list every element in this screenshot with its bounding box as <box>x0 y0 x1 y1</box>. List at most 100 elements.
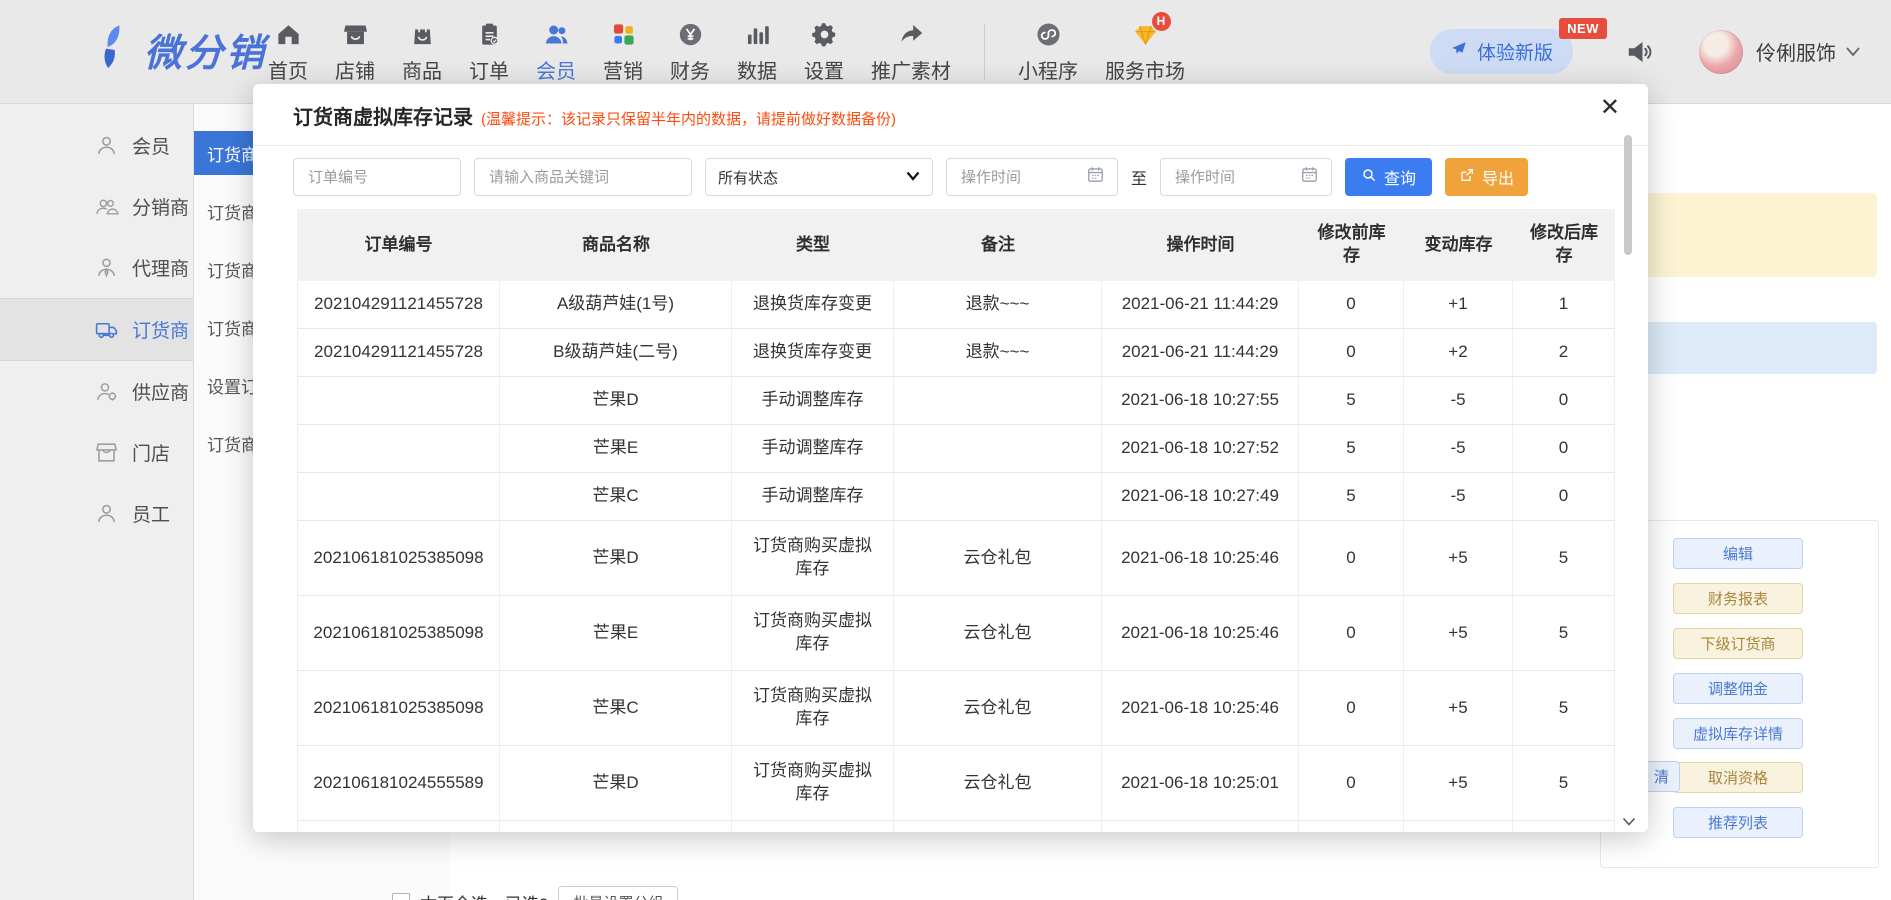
cell-after: 0 <box>1513 377 1615 424</box>
column-header: 变动库存 <box>1404 234 1513 257</box>
cell-change: +5 <box>1404 821 1513 832</box>
action-button-2[interactable]: 下级订货商 <box>1673 628 1803 659</box>
cell-order: 202106181025385098 <box>297 596 500 670</box>
keyword-input[interactable] <box>487 168 679 187</box>
cell-note: 云仓礼包 <box>894 821 1102 832</box>
cell-product: A级葫芦娃(1号) <box>500 281 732 328</box>
cell-type: 手动调整库存 <box>732 377 894 424</box>
batch-group-button[interactable]: 批量设置分组 <box>558 886 678 900</box>
cell-note <box>894 377 1102 424</box>
modal-scrollbar-thumb[interactable] <box>1624 135 1632 255</box>
table-row: 202104291121455728A级葫芦娃(1号)退换货库存变更退款~~~2… <box>297 281 1615 329</box>
modal-header: 订货商虚拟库存记录 (温馨提示：该记录只保留半年内的数据，请提前做好数据备份) <box>253 84 1648 130</box>
modal-title: 订货商虚拟库存记录 <box>293 101 473 130</box>
sidebar-item-orderer[interactable]: 订货商 <box>0 298 193 361</box>
nav-item-label: 数据 <box>737 55 777 84</box>
date-end-input[interactable] <box>1173 168 1287 187</box>
scroll-down-arrow-icon[interactable] <box>1622 817 1636 826</box>
sidebar-item-label: 门店 <box>132 439 170 466</box>
cell-product: 芒果C <box>500 473 732 520</box>
calendar-icon[interactable] <box>1086 165 1105 189</box>
sidebar-item-supplier[interactable]: 供应商 <box>0 361 193 422</box>
primary-sidebar: 会员分销商代理商订货商供应商门店员工 <box>0 104 194 900</box>
nav-item-goods[interactable]: 商品 <box>402 20 442 84</box>
sidebar-item-label: 供应商 <box>132 378 189 405</box>
logo-icon <box>96 22 136 77</box>
cell-change: -5 <box>1404 473 1513 520</box>
date-end-input-wrap <box>1160 158 1332 196</box>
table-row: 202104291121455728B级葫芦娃(二号)退换货库存变更退款~~~2… <box>297 329 1615 377</box>
cell-before: 0 <box>1299 521 1404 595</box>
search-button[interactable]: 查询 <box>1345 158 1432 196</box>
cell-type: 订货商购买虚拟库存 <box>732 671 894 745</box>
nav-item-finance[interactable]: 财务 <box>670 20 710 84</box>
new-badge: NEW <box>1559 18 1607 39</box>
person-gear-icon <box>94 379 119 404</box>
nav-item-promo[interactable]: 推广素材 <box>871 20 951 84</box>
goods-icon <box>409 20 436 50</box>
cell-before: 0 <box>1299 671 1404 745</box>
cell-note: 退款~~~ <box>894 281 1102 328</box>
cell-note: 云仓礼包 <box>894 521 1102 595</box>
cell-change: +5 <box>1404 521 1513 595</box>
action-button-6[interactable]: 推荐列表 <box>1673 807 1803 838</box>
select-all-checkbox[interactable] <box>392 893 410 900</box>
nav-item-orders[interactable]: 订单 <box>469 20 509 84</box>
people-icon <box>94 194 119 219</box>
sidebar-item-distributor[interactable]: 分销商 <box>0 176 193 237</box>
sidebar-item-staff[interactable]: 员工 <box>0 483 193 544</box>
account-avatar[interactable] <box>1699 30 1743 74</box>
column-header: 商品名称 <box>500 234 732 257</box>
cell-before: 5 <box>1299 377 1404 424</box>
table-body: 202104291121455728A级葫芦娃(1号)退换货库存变更退款~~~2… <box>297 281 1615 832</box>
status-select[interactable]: 所有状态 <box>705 158 933 196</box>
nav-item-home[interactable]: 首页 <box>268 20 308 84</box>
nav-item-data[interactable]: 数据 <box>737 20 777 84</box>
cell-before: 5 <box>1299 473 1404 520</box>
cell-change: +5 <box>1404 596 1513 670</box>
sidebar-item-store[interactable]: 门店 <box>0 422 193 483</box>
calendar-icon[interactable] <box>1300 165 1319 189</box>
order-no-input[interactable] <box>306 168 448 187</box>
sidebar-item-member[interactable]: 会员 <box>0 115 193 176</box>
action-button-5[interactable]: 取消资格 <box>1673 762 1803 793</box>
cell-order: 202104291121455728 <box>297 329 500 376</box>
sidebar-item-agent[interactable]: 代理商 <box>0 237 193 298</box>
action-button-0[interactable]: 编辑 <box>1673 538 1803 569</box>
cell-time: 2021-06-21 11:44:29 <box>1102 281 1299 328</box>
nav-item-members[interactable]: 会员 <box>536 20 576 84</box>
cell-product: 芒果C <box>500 671 732 745</box>
bottom-selection-bar: 本页全选，已选0 批量设置分组 <box>392 886 678 900</box>
cell-after: 2 <box>1513 329 1615 376</box>
cell-change: +5 <box>1404 746 1513 820</box>
person-icon <box>94 133 119 158</box>
nav-item-label: 推广素材 <box>871 55 951 84</box>
cell-before: 0 <box>1299 746 1404 820</box>
announcement-speaker-icon[interactable] <box>1625 37 1655 67</box>
action-button-4[interactable]: 虚拟库存详情 <box>1673 718 1803 749</box>
action-button-3[interactable]: 调整佣金 <box>1673 673 1803 704</box>
account-name[interactable]: 伶俐服饰 <box>1756 37 1836 66</box>
nav-item-miniprogram[interactable]: 小程序 <box>1018 20 1078 84</box>
cell-after: 5 <box>1513 596 1615 670</box>
date-start-input[interactable] <box>959 168 1073 187</box>
nav-item-marketing[interactable]: 营销 <box>603 20 643 84</box>
cell-order <box>297 425 500 472</box>
export-button[interactable]: 导出 <box>1445 158 1528 196</box>
person-icon <box>94 501 119 526</box>
settings-icon <box>811 20 838 50</box>
nav-item-shop[interactable]: 店铺 <box>335 20 375 84</box>
table-row: 芒果D手动调整库存2021-06-18 10:27:555-50 <box>297 377 1615 425</box>
rocket-icon <box>1450 40 1468 64</box>
virtual-stock-record-modal: ✕ 订货商虚拟库存记录 (温馨提示：该记录只保留半年内的数据，请提前做好数据备份… <box>253 84 1648 832</box>
close-icon[interactable]: ✕ <box>1596 92 1624 124</box>
cell-type: 订货商购买虚拟库存 <box>732 746 894 820</box>
nav-item-settings[interactable]: 设置 <box>804 20 844 84</box>
experience-new-version-button[interactable]: 体验新版 NEW <box>1430 29 1573 74</box>
select-all-label: 本页全选，已选0 <box>420 890 548 900</box>
action-button-1[interactable]: 财务报表 <box>1673 583 1803 614</box>
nav-item-market[interactable]: H服务市场 <box>1105 20 1185 84</box>
home-icon <box>275 20 302 50</box>
search-button-label: 查询 <box>1384 165 1416 189</box>
chevron-down-icon[interactable] <box>1845 46 1861 58</box>
